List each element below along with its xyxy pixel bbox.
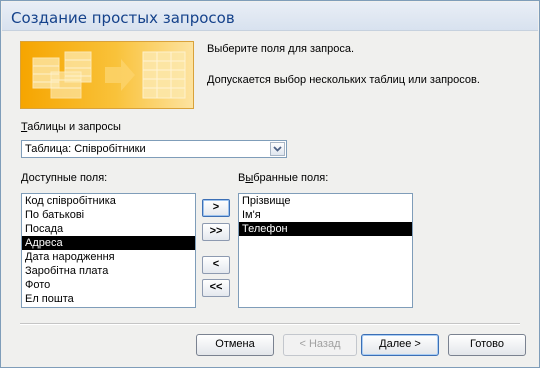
list-item[interactable]: Ел пошта (22, 292, 195, 306)
list-item[interactable]: Посада (22, 222, 195, 236)
intro-text-fields: Выберите поля для запроса. (207, 43, 355, 55)
next-button[interactable]: Далее > (361, 334, 439, 356)
window-title: Создание простых запросов (11, 9, 235, 27)
available-fields-list[interactable]: Код співробітника По батькові Посада Адреса… (21, 193, 196, 308)
list-item[interactable]: Ім'я (239, 208, 412, 222)
selected-fields-list[interactable]: Прізвище Ім'я Телефон (238, 193, 413, 308)
list-item[interactable]: Код співробітника (22, 194, 195, 208)
title-bar: Создание простых запросов (2, 2, 538, 31)
add-field-button[interactable]: > (202, 199, 230, 217)
chevron-down-icon (273, 146, 282, 152)
list-item[interactable]: Телефон (239, 222, 412, 236)
wizard-header-illustration (20, 41, 194, 109)
list-item[interactable]: Прізвище (239, 194, 412, 208)
available-fields-label: Доступные поля: (21, 172, 108, 184)
remove-field-button[interactable]: < (202, 256, 230, 274)
remove-all-fields-button[interactable]: << (202, 279, 230, 297)
tables-combobox[interactable]: Таблица: Співробітники (21, 140, 287, 158)
list-item[interactable]: По батькові (22, 208, 195, 222)
wizard-content: Выберите поля для запроса. Допускается в… (2, 31, 538, 366)
tables-label: Таблицы и запросы (21, 121, 121, 133)
list-item[interactable]: Дата народження (22, 250, 195, 264)
list-item[interactable]: Адреса (22, 236, 195, 250)
wizard-window: Создание простых запросов Выберите поля … (0, 0, 540, 368)
tables-combobox-value: Таблица: Співробітники (25, 143, 146, 155)
table-grid-icon (32, 51, 186, 99)
finish-button[interactable]: Готово (448, 334, 526, 356)
selected-fields-label: Выбранные поля: (238, 172, 329, 184)
footer-separator (20, 323, 520, 325)
dropdown-button[interactable] (270, 142, 285, 156)
intro-text-multiple: Допускается выбор нескольких таблиц или … (207, 74, 480, 86)
add-all-fields-button[interactable]: >> (202, 223, 230, 241)
list-item[interactable]: Фото (22, 278, 195, 292)
cancel-button[interactable]: Отмена (196, 334, 274, 356)
list-item[interactable]: Заробітна плата (22, 264, 195, 278)
back-button[interactable]: < Назад (283, 334, 357, 356)
